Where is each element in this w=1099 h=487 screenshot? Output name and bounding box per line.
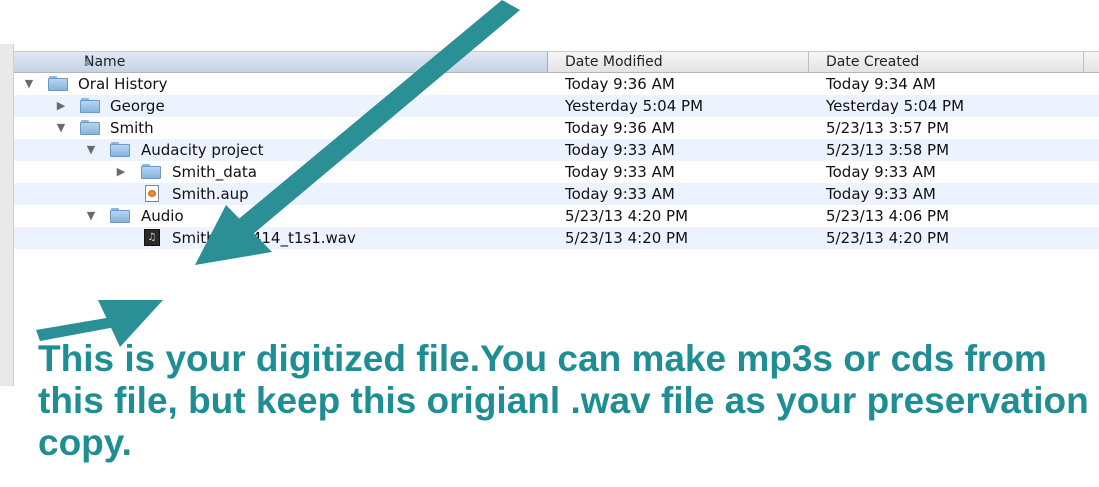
annotation-caption: This is your digitized file.You can make… (38, 338, 1099, 464)
caption-line-1: This is your digitized file.You can make… (38, 338, 1047, 379)
arrow-to-audio-folder (195, 0, 520, 265)
caption-line-2: this file, but keep this origianl .wav f… (38, 380, 1089, 421)
caption-line-3: copy. (38, 422, 132, 463)
